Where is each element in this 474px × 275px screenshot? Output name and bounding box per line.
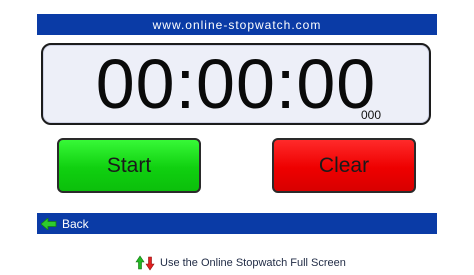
arrow-left-icon — [41, 217, 57, 230]
fullscreen-label: Use the Online Stopwatch Full Screen — [160, 257, 346, 269]
back-link[interactable]: Back — [41, 217, 89, 231]
fullscreen-arrows-icon — [135, 255, 155, 271]
clear-button[interactable]: Clear — [272, 138, 416, 193]
stopwatch-display: 00:00:00 000 — [41, 43, 431, 125]
back-nav-bar: Back — [37, 213, 437, 234]
stopwatch-milliseconds: 000 — [360, 108, 381, 122]
start-button[interactable]: Start — [57, 138, 201, 193]
fullscreen-link[interactable]: Use the Online Stopwatch Full Screen — [135, 255, 346, 271]
site-header-bar: www.online-stopwatch.com — [37, 14, 437, 35]
back-label: Back — [62, 216, 89, 231]
site-title: www.online-stopwatch.com — [152, 17, 322, 32]
